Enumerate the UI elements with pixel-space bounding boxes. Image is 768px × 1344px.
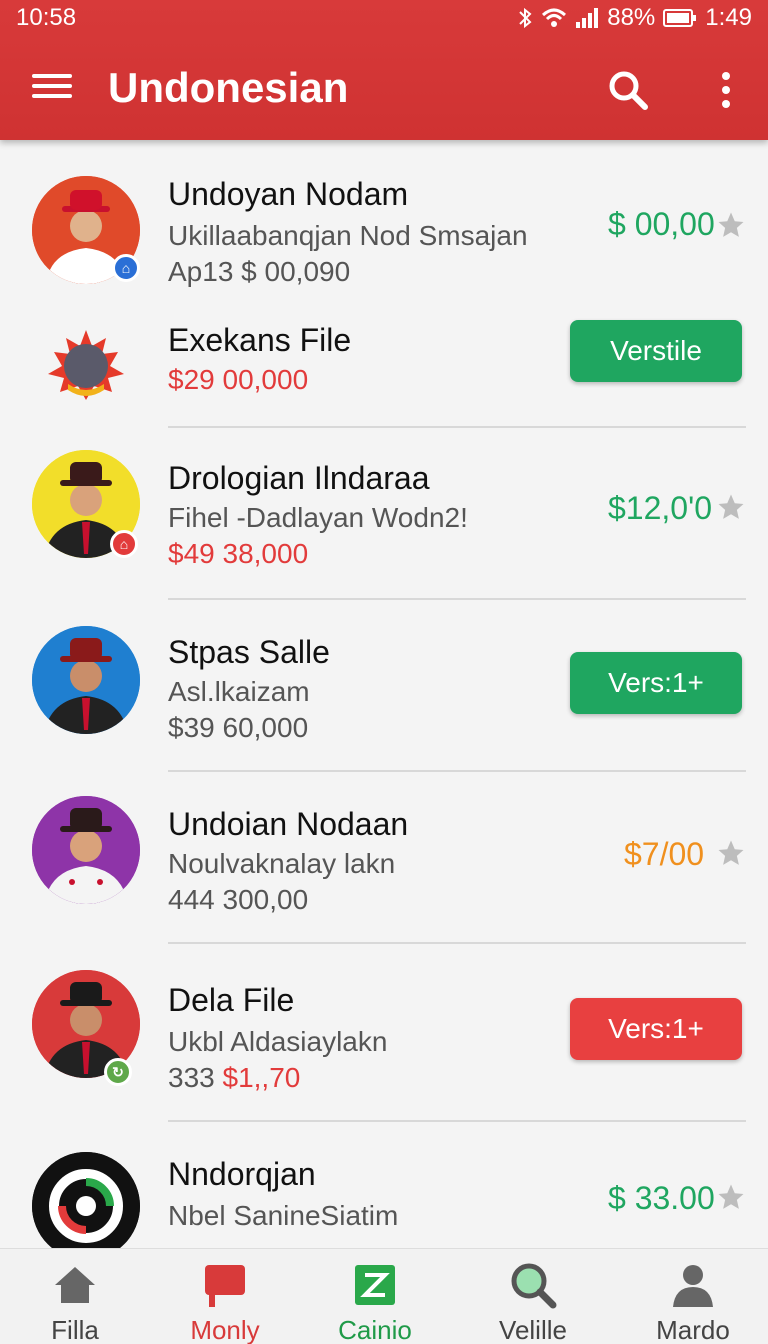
bottom-navigation: Filla Monly Cainio Velille Mardo <box>0 1248 768 1344</box>
nav-label: Monly <box>190 1315 260 1344</box>
item-name: Undoian Nodaan <box>168 806 409 842</box>
list-item[interactable]: Stpas Salle Asl.lkaizam $39 60,000 Vers:… <box>0 602 768 772</box>
nav-label: Velille <box>499 1315 567 1344</box>
file-list: ⌂ Undoyan Nodam Ukillaabanqjan Nod Smsaj… <box>0 140 768 1248</box>
app-bar: 10:58 88% 1:49 Undonesian <box>0 0 768 140</box>
item-price: $7/00 <box>624 836 705 872</box>
search-icon[interactable] <box>604 66 652 114</box>
nav-item-filla[interactable]: Filla <box>0 1249 150 1344</box>
more-options-icon[interactable] <box>712 66 740 114</box>
item-price: $12,0'0 <box>608 490 712 526</box>
item-name: Nndorqjan <box>168 1156 316 1192</box>
battery-percent: 88% <box>607 4 656 31</box>
divider <box>168 942 746 944</box>
version-button[interactable]: Vers:1+ <box>570 998 742 1060</box>
item-detail: 444 300,00 <box>168 884 309 915</box>
star-icon[interactable] <box>716 492 746 522</box>
status-clock-right: 1:49 <box>705 4 752 31</box>
item-subtitle: Noulvaknalay lakn <box>168 848 396 879</box>
flag-icon <box>205 1265 245 1307</box>
item-name: Exekans File <box>168 322 352 358</box>
item-subtitle: Asl.lkaizam <box>168 676 310 707</box>
item-name: Dela File <box>168 982 295 1018</box>
menu-icon[interactable] <box>30 68 76 108</box>
star-icon[interactable] <box>716 210 746 240</box>
battery-icon <box>663 8 697 28</box>
list-item[interactable]: ⌂ Undoyan Nodam Ukillaabanqjan Nod Smsaj… <box>0 140 768 290</box>
item-subtitle: Ukillaabanqjan Nod Smsajan <box>168 220 528 251</box>
signal-icon <box>575 7 599 29</box>
item-price: $ 33.00 <box>608 1180 715 1216</box>
status-icons: 88% 1:49 <box>517 4 752 32</box>
nav-item-velille[interactable]: Velille <box>458 1249 608 1344</box>
avatar <box>32 626 140 734</box>
item-detail-count: 333 <box>168 1062 215 1093</box>
star-icon[interactable] <box>716 1182 746 1212</box>
home-badge-icon: ⌂ <box>112 254 140 282</box>
nav-label: Mardo <box>656 1315 730 1344</box>
item-subtitle: Fihel -Dadlayan Wodn2! <box>168 502 468 533</box>
maple-logo-icon <box>32 308 140 416</box>
item-name: Stpas Salle <box>168 634 330 670</box>
refresh-badge-icon: ↻ <box>104 1058 132 1086</box>
star-icon[interactable] <box>716 838 746 868</box>
toolbar: Undonesian <box>0 50 768 130</box>
list-item[interactable]: Undoian Nodaan Noulvaknalay lakn 444 300… <box>0 774 768 942</box>
list-item[interactable]: ⌂ Drologian Ilndaraa Fihel -Dadlayan Wod… <box>0 430 768 602</box>
divider <box>168 1120 746 1122</box>
circular-logo-icon <box>32 1152 140 1248</box>
item-name: Drologian Ilndaraa <box>168 460 430 496</box>
version-button[interactable]: Vers:1+ <box>570 652 742 714</box>
item-detail-price: $1,,70 <box>222 1062 301 1093</box>
item-detail: Ap13 $ 00,090 <box>168 256 351 287</box>
item-detail: 333 $1,,70 <box>168 1062 300 1094</box>
item-name: Undoyan Nodam <box>168 176 409 212</box>
nav-label: Cainio <box>338 1315 412 1344</box>
item-subtitle: Nbel SanineSiatim <box>168 1200 399 1231</box>
status-time: 10:58 <box>16 4 77 31</box>
nav-item-monly[interactable]: Monly <box>150 1249 300 1344</box>
nav-item-cainio[interactable]: Cainio <box>300 1249 450 1344</box>
item-detail: $29 00,000 <box>168 364 309 395</box>
list-item[interactable]: Exekans File $29 00,000 Verstile <box>0 290 768 428</box>
item-subtitle: Ukbl Aldasiaylakn <box>168 1026 388 1057</box>
divider <box>168 426 746 428</box>
item-price: $ 00,00 <box>608 206 715 242</box>
divider <box>168 770 746 772</box>
person-icon <box>673 1265 713 1307</box>
status-bar: 10:58 88% 1:49 <box>0 0 768 36</box>
item-detail: $39 60,000 <box>168 712 309 743</box>
bluetooth-icon <box>517 6 533 30</box>
home-icon <box>55 1267 95 1303</box>
list-item[interactable]: Nndorqjan Nbel SanineSiatim $ 33.00 <box>0 1124 768 1248</box>
item-detail: $49 38,000 <box>168 538 309 569</box>
divider <box>168 598 746 600</box>
wifi-icon <box>541 7 567 29</box>
avatar <box>32 796 140 904</box>
version-button[interactable]: Verstile <box>570 320 742 382</box>
nav-label: Filla <box>51 1315 99 1344</box>
bag-badge-icon: ⌂ <box>110 530 138 558</box>
search-icon <box>511 1263 557 1309</box>
list-item[interactable]: ↻ Dela File Ukbl Aldasiaylakn 333 $1,,70… <box>0 946 768 1122</box>
nav-item-mardo[interactable]: Mardo <box>618 1249 768 1344</box>
page-title: Undonesian <box>108 64 349 111</box>
zone-icon <box>355 1265 395 1305</box>
